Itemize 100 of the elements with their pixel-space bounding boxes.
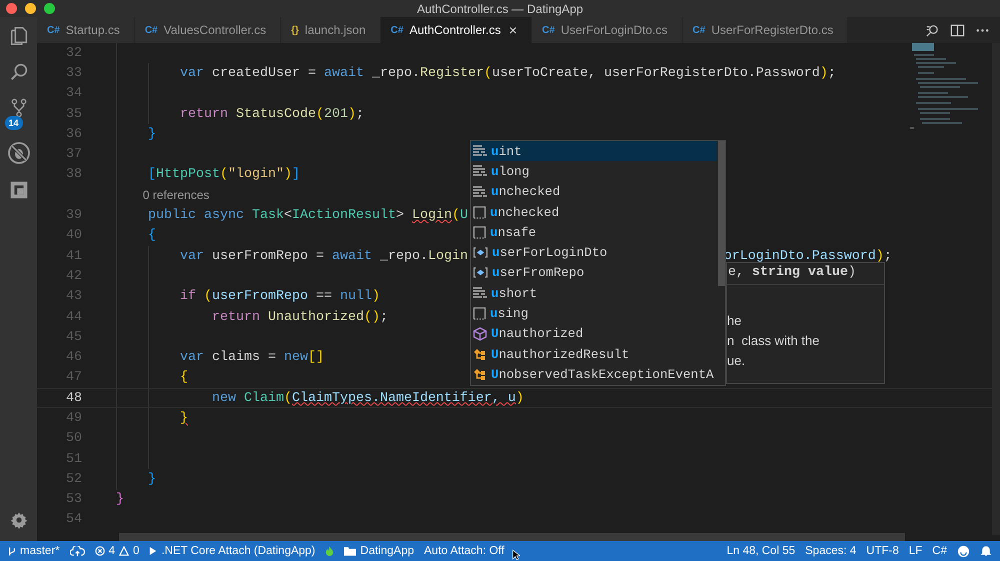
scrollbar[interactable]: [119, 533, 905, 541]
variable-icon: [473, 267, 488, 278]
keyword-icon: [473, 165, 487, 178]
suggestion-item[interactable]: unsafe: [471, 222, 717, 242]
error-count[interactable]: 4: [108, 545, 116, 557]
code-line: public async Task<IActionResult> Login(U: [148, 208, 468, 224]
warning-icon[interactable]: [119, 546, 130, 556]
line-number: 35: [65, 106, 83, 122]
tab-label: UserForRegisterDto.cs: [711, 23, 834, 37]
suggestion-item[interactable]: UnauthorizedResult: [471, 344, 717, 364]
bell-icon[interactable]: [980, 545, 992, 557]
settings-icon[interactable]: [10, 511, 28, 529]
close-window-button[interactable]: [6, 3, 17, 14]
code-line: }: [116, 492, 124, 508]
code-line: var claims = new[]: [180, 350, 324, 366]
line-number: 44: [65, 310, 83, 324]
tab-label: UserForLoginDto.cs: [560, 23, 668, 37]
line-number: 39: [65, 208, 83, 224]
line-number: 41: [65, 248, 83, 264]
keyword-icon: [473, 145, 487, 158]
code-line: return Unauthorized();: [212, 310, 388, 324]
line-number: 32: [65, 46, 83, 61]
code-line: }: [180, 410, 188, 426]
code-line: [HttpPost("login")]: [148, 167, 300, 182]
mouse-pointer-icon: [512, 549, 520, 561]
doc-text: he: [727, 312, 742, 330]
code-line: new Claim(ClaimTypes.NameIdentifier, u): [212, 390, 524, 406]
folder-status[interactable]: DatingApp: [360, 545, 414, 557]
csharp-file-icon: C#: [144, 24, 158, 36]
csharp-file-icon: C#: [47, 24, 60, 36]
cloud-upload-icon[interactable]: [70, 546, 85, 556]
json-file-icon: {}: [291, 24, 299, 36]
debug-status[interactable]: .NET Core Attach (DatingApp): [161, 545, 316, 557]
line-number: 49: [65, 410, 83, 426]
hierarchy-icon: [473, 347, 487, 362]
keyword-icon: [473, 287, 487, 300]
suggestion-item[interactable]: ulong: [471, 161, 717, 182]
open-changes-icon[interactable]: [925, 22, 940, 38]
line-number: 40: [65, 228, 83, 244]
csharp-file-icon: C#: [542, 24, 555, 36]
cursor-position-status[interactable]: Ln 48, Col 55: [726, 545, 796, 557]
suggestion-item[interactable]: ushort: [471, 283, 717, 304]
snippet-icon: [473, 307, 486, 320]
line-number: 45: [65, 330, 83, 345]
suggestion-item[interactable]: userForLoginDto: [471, 242, 717, 263]
editor-tab[interactable]: C# Startup.cs: [37, 17, 135, 43]
auto-attach-status[interactable]: Auto Attach: Off: [424, 545, 504, 557]
suggestion-item[interactable]: UnobservedTaskExceptionEventA: [471, 364, 717, 385]
signature-text: e, string value): [727, 263, 884, 285]
zoom-window-button[interactable]: [44, 3, 55, 14]
line-ending-status[interactable]: LF: [908, 545, 922, 557]
suggestion-item[interactable]: unchecked: [471, 202, 717, 222]
error-icon[interactable]: [94, 546, 105, 556]
cube-icon: [473, 326, 487, 341]
line-number: 43: [65, 289, 83, 304]
editor-tab[interactable]: C# ValuesController.cs: [134, 17, 282, 43]
branch-icon[interactable]: [8, 546, 16, 556]
minimize-window-button[interactable]: [25, 3, 36, 14]
suggestion-item[interactable]: userFromRepo: [471, 262, 717, 284]
editor-tab[interactable]: C# UserForLoginDto.cs: [532, 17, 683, 43]
editor-tab[interactable]: {} launch.json: [281, 17, 381, 43]
encoding-status[interactable]: UTF-8: [866, 545, 899, 557]
split-editor-icon[interactable]: [950, 22, 965, 38]
indentation-status[interactable]: Spaces: 4: [805, 545, 856, 557]
code-line: }: [148, 126, 156, 142]
editor-tab[interactable]: C# UserForRegisterDto.cs: [682, 17, 848, 43]
window-title: AuthController.cs — DatingApp: [416, 2, 584, 16]
suggestion-item[interactable]: Unauthorized: [471, 324, 717, 344]
csharp-file-icon: C#: [390, 24, 404, 36]
code-line: var userFromRepo = await _repo.Login: [180, 248, 468, 264]
codelens-text[interactable]: 0 references: [142, 188, 210, 202]
line-number: 33: [65, 66, 83, 81]
line-number: 51: [65, 452, 83, 467]
line-number: 53: [65, 492, 83, 508]
play-icon[interactable]: [149, 546, 158, 556]
line-number: 46: [65, 350, 83, 366]
tab-label: launch.json: [304, 23, 366, 37]
suggestion-item[interactable]: using: [471, 303, 717, 324]
code-line: orLoginDto.Password);: [724, 248, 892, 264]
suggestion-item[interactable]: unchecked: [471, 182, 717, 202]
csharp-file-icon: C#: [692, 24, 706, 36]
warning-count[interactable]: 0: [133, 545, 140, 557]
code-line: return StatusCode(201);: [180, 106, 364, 122]
suggestion-item[interactable]: uint: [471, 141, 717, 162]
editor-tab[interactable]: C# AuthController.cs ×: [380, 17, 532, 43]
tab-label: ValuesController.cs: [164, 23, 266, 37]
hierarchy-icon: [473, 367, 487, 382]
no-bug-icon[interactable]: [6, 141, 30, 165]
line-number: 48: [65, 390, 83, 406]
line-number: 38: [65, 167, 83, 182]
branch-status[interactable]: master*: [20, 545, 60, 557]
folder-icon[interactable]: [344, 546, 356, 556]
flame-icon[interactable]: [325, 546, 334, 556]
tab-label: AuthController.cs: [409, 23, 501, 37]
line-number: 52: [65, 472, 83, 487]
smiley-icon[interactable]: [957, 544, 970, 558]
close-tab-button[interactable]: ×: [508, 22, 518, 38]
scroll-thumb[interactable]: [718, 141, 725, 286]
code-line: if (userFromRepo == null): [180, 289, 380, 304]
language-status[interactable]: C#: [932, 545, 947, 557]
